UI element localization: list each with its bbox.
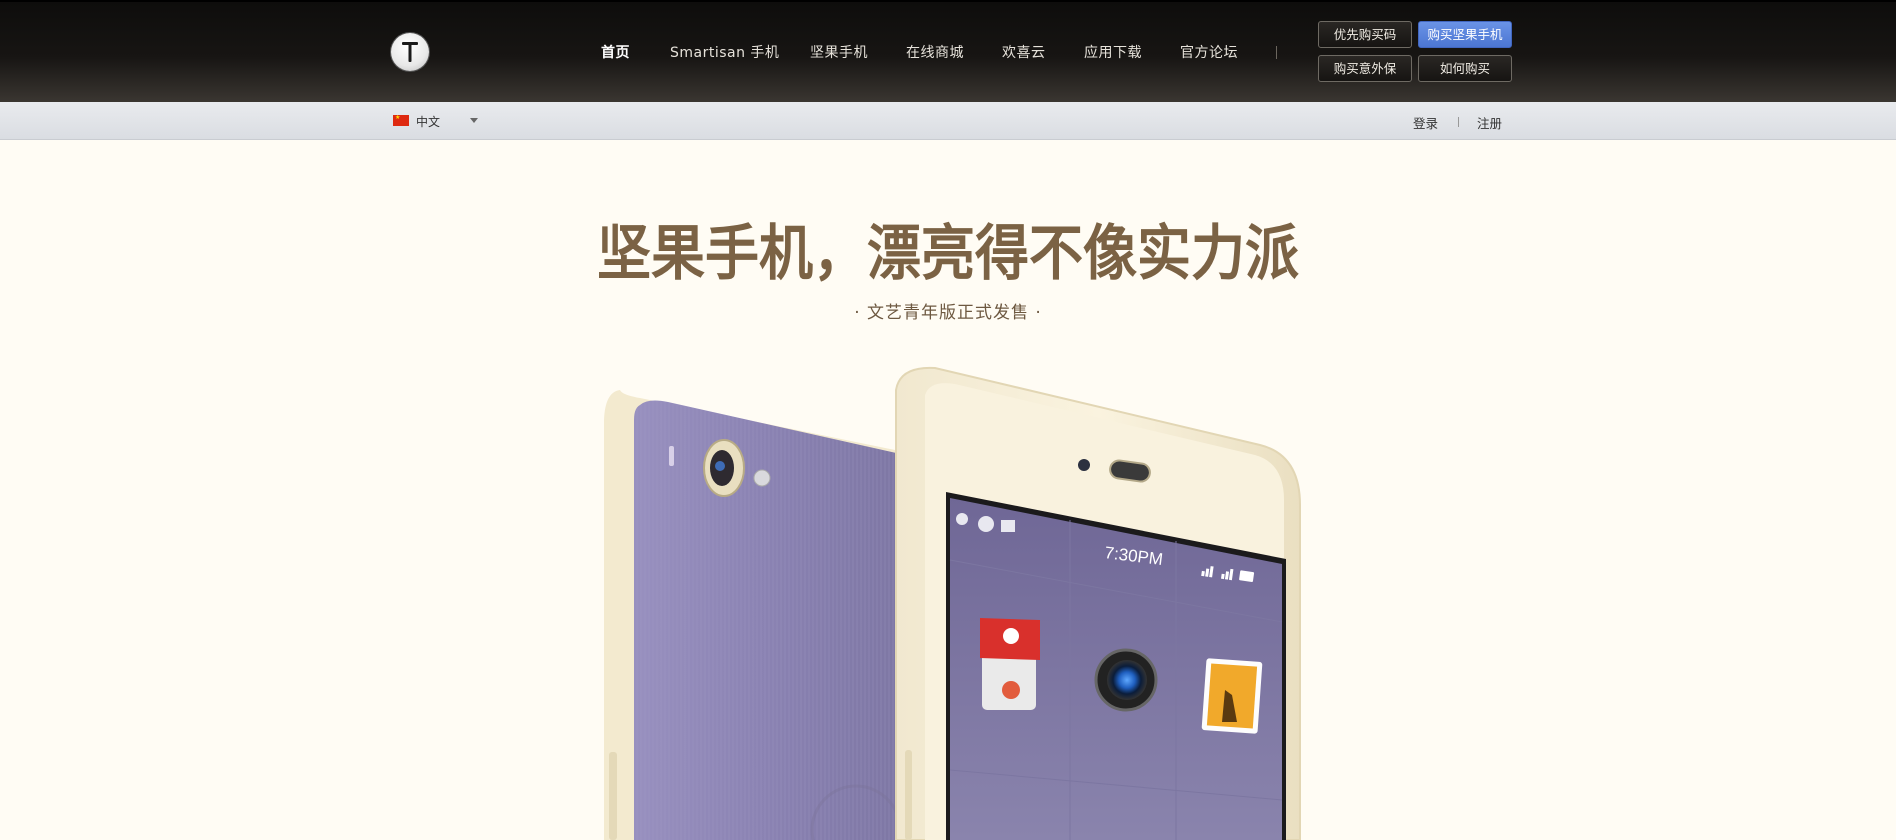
camera-app-icon [1094,648,1158,712]
phone-back-view [604,390,905,840]
phone-front-view: 7:30PM [895,366,1301,840]
app-store-icon [980,618,1040,710]
gallery-app-icon [1201,658,1263,734]
hero-phone-image: 7:30PM [604,366,1301,840]
